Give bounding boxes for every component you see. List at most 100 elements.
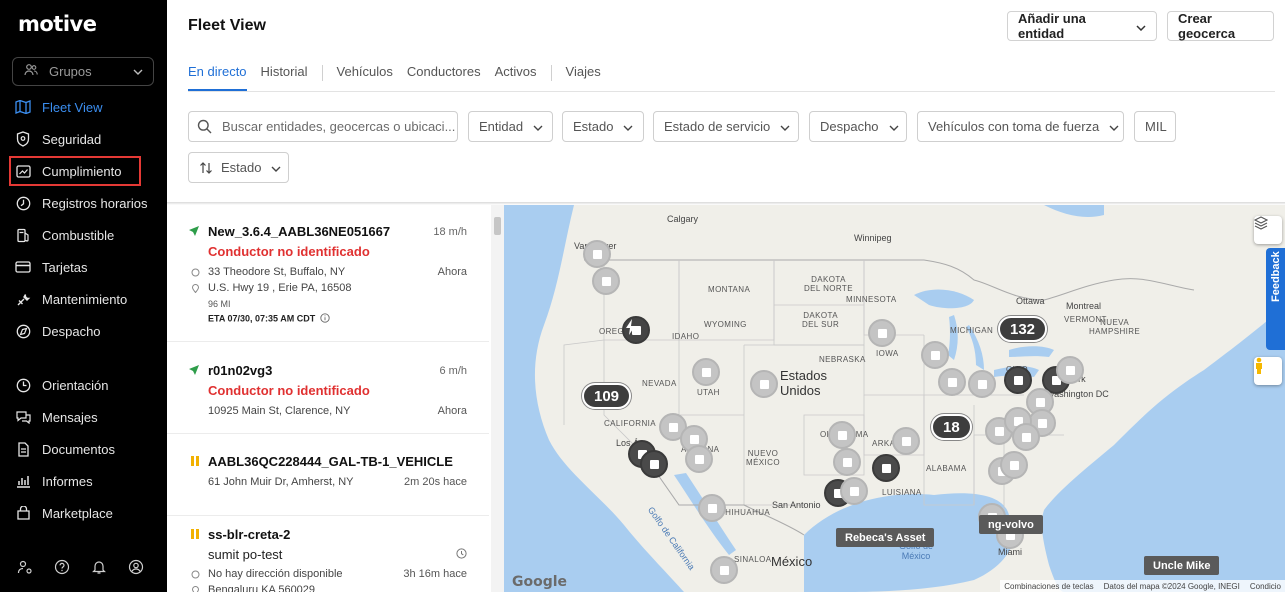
sidebar-item-mantenimiento[interactable]: Mantenimiento bbox=[14, 286, 154, 312]
eta-text: ETA 07/30, 07:35 AM CDT bbox=[208, 313, 330, 325]
chevron-down-icon bbox=[133, 66, 143, 78]
tab-conductores[interactable]: Conductores bbox=[407, 62, 481, 91]
tab-viajes[interactable]: Viajes bbox=[566, 62, 601, 91]
sidebar-item-label: Marketplace bbox=[42, 505, 113, 521]
create-geofence-button[interactable]: Crear geocerca bbox=[1167, 11, 1274, 41]
vehicle-marker[interactable] bbox=[685, 445, 713, 473]
sidebar-item-registros-horarios[interactable]: Registros horarios bbox=[14, 190, 154, 216]
map-label-dakota-sur: DAKOTA DEL SUR bbox=[802, 311, 840, 329]
asset-label-uncle-mike[interactable]: Uncle Mike bbox=[1144, 556, 1220, 575]
compliance-icon bbox=[14, 162, 32, 180]
vehicle-marker[interactable] bbox=[840, 477, 868, 505]
info-icon[interactable] bbox=[320, 313, 330, 325]
tabs-divider bbox=[188, 91, 1275, 92]
groups-dropdown[interactable]: Grupos bbox=[12, 57, 154, 86]
sidebar-item-mensajes[interactable]: Mensajes bbox=[14, 404, 154, 430]
chevron-down-icon bbox=[1136, 19, 1146, 34]
sidebar-item-combustible[interactable]: Combustible bbox=[14, 222, 154, 248]
vehicle-cluster[interactable]: 18 bbox=[931, 414, 972, 440]
asset-label-ng-volvo[interactable]: ng-volvo bbox=[979, 515, 1043, 534]
tab-vehiculos[interactable]: Vehículos bbox=[337, 62, 393, 91]
account-icon[interactable] bbox=[127, 558, 145, 576]
tab-separator bbox=[550, 65, 552, 81]
feedback-tab[interactable]: Feedback bbox=[1266, 248, 1285, 350]
search-input[interactable]: Buscar entidades, geocercas o ubicaci... bbox=[188, 111, 458, 142]
tab-historial[interactable]: Historial bbox=[261, 62, 308, 91]
vehicle-marker[interactable] bbox=[892, 427, 920, 455]
vehicle-cluster[interactable]: 109 bbox=[582, 383, 632, 409]
sidebar-item-tarjetas[interactable]: Tarjetas bbox=[14, 254, 154, 280]
sidebar-item-cumplimiento[interactable]: Cumplimiento bbox=[9, 156, 141, 186]
map-label-michigan: MICHIGAN bbox=[950, 326, 994, 335]
map-layers-button[interactable] bbox=[1254, 216, 1282, 244]
sidebar-item-despacho[interactable]: Despacho bbox=[14, 318, 154, 344]
vehicle-name: ss-blr-creta-2 bbox=[208, 527, 291, 542]
vehicle-marker[interactable] bbox=[921, 341, 949, 369]
vehicle-marker[interactable] bbox=[698, 494, 726, 522]
map-label-california: CALIFORNIA bbox=[604, 419, 657, 428]
vehicle-time: Ahora bbox=[437, 266, 467, 278]
sidebar-item-documentos[interactable]: Documentos bbox=[14, 436, 154, 462]
vehicle-marker[interactable] bbox=[868, 319, 896, 347]
map-label-chihuahua: CHIHUAHUA bbox=[719, 508, 771, 517]
terms-link[interactable]: Condicio bbox=[1250, 582, 1281, 591]
ev-charging-marker[interactable] bbox=[622, 316, 650, 344]
lightning-icon bbox=[626, 319, 635, 335]
vehicle-marker[interactable] bbox=[968, 370, 996, 398]
vehicle-marker[interactable] bbox=[828, 421, 856, 449]
scrollbar-thumb[interactable] bbox=[494, 217, 501, 235]
coaching-icon bbox=[14, 376, 32, 394]
vehicle-marker[interactable] bbox=[692, 358, 720, 386]
help-icon[interactable] bbox=[53, 558, 71, 576]
street-view-button[interactable] bbox=[1254, 357, 1282, 385]
list-item[interactable]: AABL36QC228444_GAL-TB-1_VEHICLE 61 John … bbox=[167, 434, 489, 516]
vehicle-marker[interactable] bbox=[583, 240, 611, 268]
vehicle-marker[interactable] bbox=[1056, 356, 1084, 384]
sort-icon bbox=[199, 161, 213, 175]
service-status-filter[interactable]: Estado de servicio bbox=[653, 111, 799, 142]
sidebar-item-orientacion[interactable]: Orientación bbox=[14, 372, 154, 398]
vehicle-marker[interactable] bbox=[1012, 423, 1040, 451]
vehicle-marker[interactable] bbox=[833, 448, 861, 476]
entity-filter[interactable]: Entidad bbox=[468, 111, 553, 142]
vehicle-marker[interactable] bbox=[938, 368, 966, 396]
vehicle-marker[interactable] bbox=[640, 450, 668, 478]
vehicle-marker[interactable] bbox=[872, 454, 900, 482]
view-tabs: En directo Historial Vehículos Conductor… bbox=[188, 62, 615, 92]
vehicle-cluster[interactable]: 132 bbox=[998, 316, 1048, 342]
user-settings-icon[interactable] bbox=[16, 558, 34, 576]
map-data-credit: Datos del mapa ©2024 Google, INEGI bbox=[1103, 581, 1240, 591]
list-item[interactable]: New_3.6.4_AABL36NE051667 18 m/h Conducto… bbox=[167, 205, 489, 342]
keyboard-shortcuts-link[interactable]: Combinaciones de teclas bbox=[1004, 582, 1093, 591]
sort-button[interactable]: Estado bbox=[188, 152, 289, 183]
tab-activos[interactable]: Activos bbox=[495, 62, 537, 91]
vehicle-marker[interactable] bbox=[1000, 451, 1028, 479]
list-item[interactable]: ss-blr-creta-2 sumit po-test No hay dire… bbox=[167, 516, 489, 592]
list-scrollbar[interactable] bbox=[491, 205, 504, 592]
add-entity-button[interactable]: Añadir una entidad bbox=[1007, 11, 1157, 41]
vehicle-marker[interactable] bbox=[710, 556, 738, 584]
vehicle-marker[interactable] bbox=[592, 267, 620, 295]
sidebar-item-seguridad[interactable]: Seguridad bbox=[14, 126, 154, 152]
vehicle-marker[interactable] bbox=[750, 370, 778, 398]
bell-icon[interactable] bbox=[90, 558, 108, 576]
sidebar-item-marketplace[interactable]: Marketplace bbox=[14, 500, 154, 526]
vehicle-marker[interactable] bbox=[1004, 366, 1032, 394]
pto-filter[interactable]: Vehículos con toma de fuerza bbox=[917, 111, 1124, 142]
sidebar-item-informes[interactable]: Informes bbox=[14, 468, 154, 494]
map-label-mexico: México bbox=[771, 554, 813, 569]
fleet-map[interactable]: Calgary Winnipeg Vancouver Ottawa Montre… bbox=[504, 205, 1285, 592]
motive-logo[interactable]: motive bbox=[18, 12, 97, 36]
map-label-dakota-norte: DAKOTA DEL NORTE bbox=[804, 275, 853, 293]
destination-address: U.S. Hwy 19 , Erie PA, 16508 bbox=[208, 282, 352, 294]
mil-filter[interactable]: MIL bbox=[1134, 111, 1176, 142]
list-item[interactable]: r01n02vg3 6 m/h Conductor no identificad… bbox=[167, 342, 489, 434]
entity-filter-label: Entidad bbox=[479, 119, 524, 134]
dispatch-filter[interactable]: Despacho bbox=[809, 111, 907, 142]
sidebar-item-label: Registros horarios bbox=[42, 195, 148, 211]
asset-label-rebecas-asset[interactable]: Rebeca's Asset bbox=[836, 528, 935, 547]
sidebar-item-fleet-view[interactable]: Fleet View bbox=[14, 94, 154, 120]
sidebar-item-label: Informes bbox=[42, 473, 93, 489]
status-filter[interactable]: Estado bbox=[562, 111, 644, 142]
tab-en-directo[interactable]: En directo bbox=[188, 62, 247, 91]
